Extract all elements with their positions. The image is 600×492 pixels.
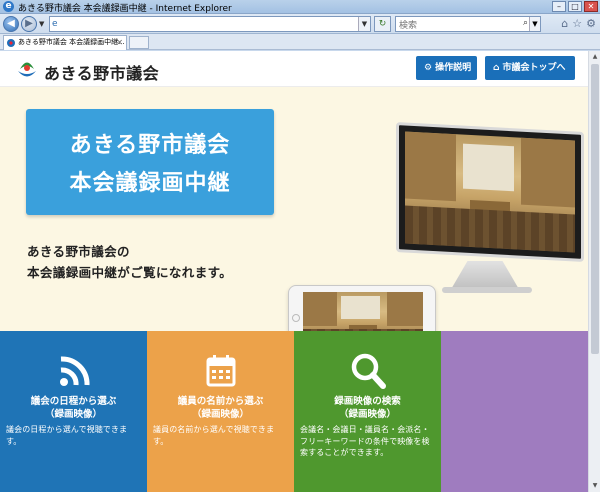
site-name[interactable]: あきる野市議会 xyxy=(44,60,159,84)
tile-description: 議会の日程から選んで視聴できます。 xyxy=(6,425,128,446)
home-icon[interactable]: ⌂ xyxy=(561,17,568,30)
calendar-icon xyxy=(206,355,235,387)
page-viewport: あきる野市議会 ⚙ 操作説明 ⌂ 市議会トップへ あきる野市議会 本会議録画中継 あ… xyxy=(0,51,588,492)
city-emblem-icon xyxy=(18,62,36,77)
phone-illustration xyxy=(288,285,436,331)
tile-heading-line2: （録画映像） xyxy=(44,409,102,420)
address-toolbar: ◀ ▶ ▼ e ▼ ↻ ⌕ ▼ ⌂ ☆ ⚙ xyxy=(0,14,600,34)
monitor-screen-image xyxy=(405,131,575,253)
hero-lead-line2: 本会議録画中継がご覧になれます。 xyxy=(27,265,233,280)
page-scrollbar[interactable]: ▲ ▼ xyxy=(588,51,600,492)
tile-heading-line1: 録画映像の検索 xyxy=(334,396,401,407)
hero-title-line2: 本会議録画中継 xyxy=(69,171,231,196)
monitor-illustration xyxy=(396,122,584,262)
tile-heading: 録画映像の検索 （録画映像） xyxy=(294,395,441,421)
hero-title-box: あきる野市議会 本会議録画中継 xyxy=(26,109,274,215)
forward-button[interactable]: ▶ xyxy=(21,16,37,32)
tab-close-icon[interactable]: ✕ xyxy=(116,36,123,49)
hero-lead-text: あきる野市議会の 本会議録画中継がご覧になれます。 xyxy=(27,241,232,283)
tile-heading-line1: 議員の名前から選ぶ xyxy=(177,396,264,407)
phone-screen-image xyxy=(303,292,423,331)
tile-heading-line1: 議会の日程から選ぶ xyxy=(30,396,117,407)
browser-tab[interactable]: あきる野市議会 本会議録画中継... ✕ xyxy=(3,35,127,50)
monitor-foot xyxy=(442,287,532,293)
back-button[interactable]: ◀ xyxy=(3,16,19,32)
tile-heading: 議会の日程から選ぶ （録画映像） xyxy=(0,395,147,421)
building-icon: ⌂ xyxy=(493,63,500,73)
tile-heading-line2: （録画映像） xyxy=(338,409,396,420)
tab-bar: あきる野市議会 本会議録画中継... ✕ xyxy=(0,34,600,50)
search-input[interactable] xyxy=(396,19,514,33)
help-button[interactable]: ⚙ 操作説明 xyxy=(416,56,477,80)
council-top-button[interactable]: ⌂ 市議会トップへ xyxy=(485,56,575,80)
tile-by-member[interactable]: 議員の名前から選ぶ （録画映像） 議員の名前から選んで視聴できます。 xyxy=(147,331,294,492)
window-title: あきる野市議会 本会議録画中継 - Internet Explorer xyxy=(18,4,232,14)
council-top-button-label: 市議会トップへ xyxy=(502,63,566,73)
scroll-down-icon[interactable]: ▼ xyxy=(590,481,600,491)
tile-description: 会議名・会議日・議員名・会派名・フリーキーワードの条件で映像を検索することができ… xyxy=(300,425,430,457)
site-header: あきる野市議会 ⚙ 操作説明 ⌂ 市議会トップへ xyxy=(0,51,588,87)
address-dropdown-icon[interactable]: ▼ xyxy=(358,17,370,31)
help-button-label: 操作説明 xyxy=(435,63,472,73)
page-icon: e xyxy=(52,19,58,29)
tile-description: 議員の名前から選んで視聴できます。 xyxy=(153,425,275,446)
window-titlebar: e あきる野市議会 本会議録画中継 - Internet Explorer – … xyxy=(0,0,600,14)
hero-title-line1: あきる野市議会 xyxy=(69,133,231,158)
search-box[interactable]: ⌕ ▼ xyxy=(395,16,541,33)
browser-tools: ⌂ ☆ ⚙ xyxy=(561,17,596,30)
maximize-button[interactable]: □ xyxy=(568,1,582,12)
scroll-up-icon[interactable]: ▲ xyxy=(590,52,600,62)
address-bar[interactable]: e ▼ xyxy=(49,16,371,32)
feature-tiles: 議会の日程から選ぶ （録画映像） 議会の日程から選んで視聴できます。 議員の名前… xyxy=(0,331,588,492)
tab-title: あきる野市議会 本会議録画中継... xyxy=(18,38,125,46)
hero-banner: あきる野市議会 本会議録画中継 あきる野市議会の 本会議録画中継がご覧になれます… xyxy=(0,87,588,331)
search-icon xyxy=(351,353,386,389)
search-dropdown-icon[interactable]: ▼ xyxy=(529,17,540,31)
site-favicon-icon xyxy=(7,39,15,47)
close-button[interactable]: ✕ xyxy=(584,1,598,12)
tile-by-schedule[interactable]: 議会の日程から選ぶ （録画映像） 議会の日程から選んで視聴できます。 xyxy=(0,331,147,492)
minimize-button[interactable]: – xyxy=(552,1,566,12)
search-icon[interactable]: ⌕ xyxy=(523,18,528,28)
hero-lead-line1: あきる野市議会の xyxy=(27,244,130,259)
signal-icon xyxy=(59,356,89,386)
phone-home-button xyxy=(292,314,300,322)
tile-search[interactable]: 録画映像の検索 （録画映像） 会議名・会議日・議員名・会派名・フリーキーワードの… xyxy=(294,331,441,492)
scroll-thumb[interactable] xyxy=(591,64,599,354)
refresh-icon[interactable]: ↻ xyxy=(374,16,391,32)
history-dropdown-icon[interactable]: ▼ xyxy=(39,20,44,28)
window-controls: – □ ✕ xyxy=(552,1,598,12)
favorites-star-icon[interactable]: ☆ xyxy=(572,17,582,30)
gear-icon[interactable]: ⚙ xyxy=(586,17,596,30)
tile-heading-line2: （録画映像） xyxy=(191,409,249,420)
gear-icon: ⚙ xyxy=(424,63,433,73)
new-tab-button[interactable] xyxy=(129,36,149,49)
ie-logo-icon: e xyxy=(3,1,14,12)
tile-heading: 議員の名前から選ぶ （録画映像） xyxy=(147,395,294,421)
tile-empty xyxy=(441,331,588,492)
